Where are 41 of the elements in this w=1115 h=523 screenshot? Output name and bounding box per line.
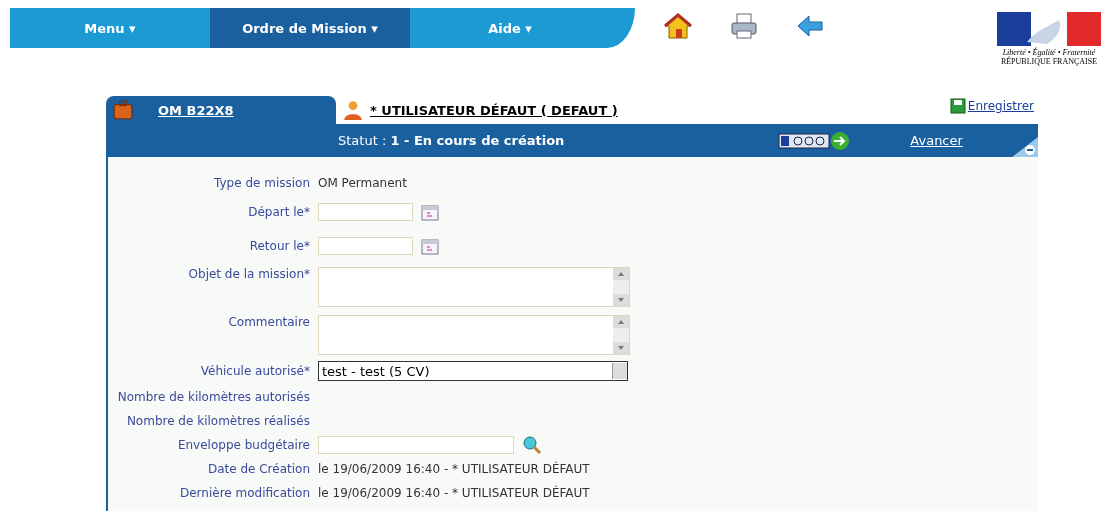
field-value: OM Permanent (318, 176, 407, 190)
field-label: Type de mission (213, 176, 310, 190)
field-label: Date de Création (206, 462, 310, 476)
search-icon[interactable] (522, 435, 542, 455)
calendar-icon[interactable] (421, 237, 439, 255)
scroll-down-icon[interactable] (613, 294, 629, 306)
scroll-down-icon[interactable] (613, 342, 629, 354)
tab[interactable]: OM B22X8 (106, 96, 336, 124)
progress-steps-icon (778, 130, 851, 151)
field-label: Nombre de kilomètres autorisés (116, 390, 310, 404)
field-label: Départ le* (247, 205, 310, 219)
nav-menu-item[interactable]: Ordre de Mission ▾ (210, 8, 410, 48)
save-icon (949, 98, 966, 114)
scroll-up-icon[interactable] (613, 316, 629, 328)
tab[interactable]: * UTILISATEUR DÉFAUT ( DEFAUT ) (336, 96, 632, 124)
briefcase-icon (112, 99, 134, 121)
home-icon[interactable] (663, 12, 693, 40)
status-text: Statut : 1 - En cours de création (338, 133, 565, 148)
field-label: Véhicule autorisé* (199, 364, 310, 378)
save-link[interactable]: Enregistrer (949, 98, 1034, 114)
field-label: Retour le* (248, 239, 310, 253)
republic-name: RÉPUBLIQUE FRANÇAISE (1000, 57, 1098, 66)
field-label: Dernière modification (179, 486, 310, 500)
field-label: Nombre de kilomètres réalisés (125, 414, 310, 428)
vehicle-select[interactable]: test - test (5 CV) (318, 361, 628, 381)
field-value: le 19/06/2009 16:40 - * UTILISATEUR DÉFAUT (318, 486, 590, 500)
field-value: le 19/06/2009 16:40 - * UTILISATEUR DÉFAUT (318, 462, 590, 476)
back-arrow-icon[interactable] (795, 12, 825, 40)
collapse-icon[interactable] (1012, 137, 1038, 157)
calendar-icon[interactable] (421, 203, 439, 221)
date-input[interactable] (318, 203, 413, 221)
scroll-up-icon[interactable] (613, 268, 629, 280)
printer-icon[interactable] (729, 12, 759, 40)
motto-text: Liberté • Égalité • Fraternité (1002, 48, 1096, 57)
field-label: Enveloppe budgétaire (176, 438, 310, 452)
date-input[interactable] (318, 237, 413, 255)
field-label: Commentaire (227, 315, 310, 329)
budget-input[interactable] (318, 436, 514, 454)
advance-link[interactable]: Avancer (910, 133, 963, 148)
field-label: Objet de la mission* (187, 267, 310, 281)
user-icon (342, 99, 364, 121)
